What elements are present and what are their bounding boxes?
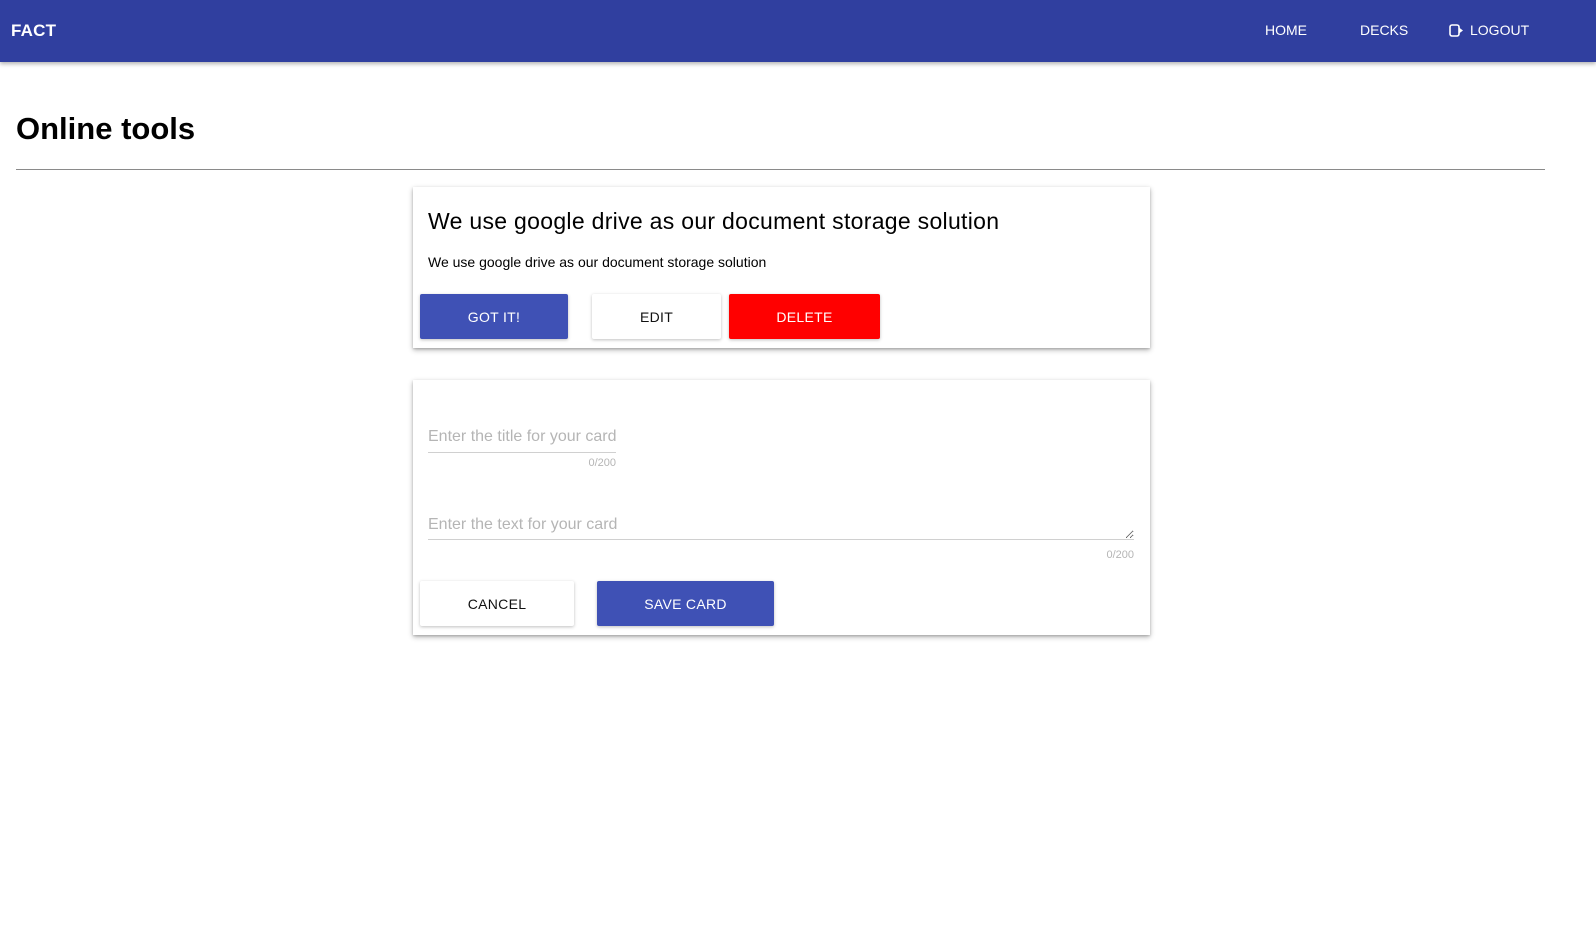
nav-decks-link[interactable]: DECKS [1360, 22, 1408, 38]
logout-label: LOGOUT [1470, 22, 1530, 38]
fact-card: We use google drive as our document stor… [413, 187, 1150, 348]
nav-logout-link[interactable]: LOGOUT [1449, 22, 1529, 38]
got-it-button[interactable]: GOT IT! [420, 294, 568, 339]
fact-card-text: We use google drive as our document stor… [428, 254, 767, 270]
card-text-field: 0/200 [428, 516, 1134, 561]
title-divider [16, 169, 1545, 170]
card-title-input[interactable] [428, 428, 616, 453]
cancel-button[interactable]: CANCEL [420, 581, 574, 626]
card-text-input[interactable] [428, 516, 1134, 540]
fact-card-title: We use google drive as our document stor… [428, 208, 1000, 234]
app-bar: FACT HOME DECKS LOGOUT [0, 0, 1596, 62]
edit-button[interactable]: EDIT [592, 294, 721, 339]
logout-icon [1449, 23, 1464, 37]
nav-home-link[interactable]: HOME [1265, 22, 1307, 38]
brand-logo[interactable]: FACT [11, 21, 56, 41]
delete-button[interactable]: DELETE [729, 294, 880, 339]
page-title: Online tools [16, 111, 196, 146]
card-title-field: 0/200 [428, 428, 616, 469]
card-text-counter: 0/200 [1106, 549, 1134, 561]
card-title-counter: 0/200 [588, 457, 616, 469]
save-card-button[interactable]: SAVE CARD [597, 581, 774, 626]
new-card-form: 0/200 0/200 CANCEL SAVE CARD [413, 380, 1150, 635]
